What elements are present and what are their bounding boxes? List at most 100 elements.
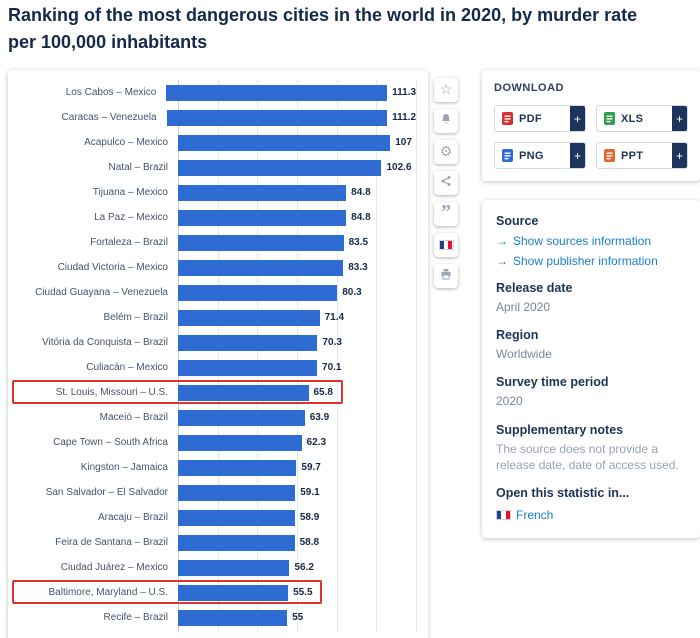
open-statistic-heading: Open this statistic in... (496, 485, 630, 500)
bar[interactable] (178, 559, 290, 576)
pdf-file-icon (502, 112, 513, 125)
notifications-button[interactable] (434, 109, 458, 133)
bar-value-label: 71.4 (324, 312, 345, 323)
open-in-french-link[interactable]: French (496, 508, 686, 522)
arrow-right-icon: → (496, 254, 508, 268)
chart-row: Caracas – Venezuela 111.2 (20, 105, 416, 130)
show-sources-link[interactable]: → Show sources information (496, 234, 686, 248)
bar[interactable] (178, 509, 295, 526)
show-sources-label: Show sources information (513, 234, 652, 248)
bar-area: 58.8 (178, 530, 416, 555)
bar-value-label: 55.5 (293, 587, 313, 598)
page-title: Ranking of the most dangerous cities in … (8, 5, 638, 52)
survey-period-value: 2020 (496, 394, 523, 409)
bar[interactable] (178, 234, 344, 251)
statistic-page: Ranking of the most dangerous cities in … (0, 0, 700, 638)
bar-category-label: Feira de Santana – Brazil (55, 537, 168, 548)
chart-row: Cape Town – South Africa 62.3 (20, 430, 416, 455)
bar-category-label: San Salvador – El Salvador (45, 487, 168, 498)
bar[interactable] (178, 209, 347, 226)
bar[interactable] (178, 334, 318, 351)
chart-row: La Paz – Mexico 84.8 (20, 205, 416, 230)
print-icon (440, 267, 452, 285)
bar-area: 55.5 (178, 580, 416, 605)
french-flag-icon (496, 509, 511, 520)
plus-icon: + (672, 143, 687, 168)
bar[interactable] (178, 184, 347, 201)
bar-category-label: Caracas – Venezuela (61, 112, 157, 123)
bar[interactable] (178, 484, 296, 501)
bar-category-label: Acapulco – Mexico (84, 137, 168, 148)
bar-area: 83.5 (178, 230, 416, 255)
bar-area: 58.9 (178, 505, 416, 530)
bar-category-label: Culiacán – Mexico (86, 362, 168, 373)
bar[interactable] (166, 84, 388, 101)
language-button[interactable] (434, 233, 458, 257)
bar-category-label: Los Cabos – Mexico (65, 87, 157, 98)
xls-file-icon (604, 112, 615, 125)
bar-category-label: Tijuana – Mexico (92, 187, 168, 198)
settings-button[interactable]: ⚙ (434, 140, 458, 164)
region-heading: Region (496, 328, 539, 343)
french-flag-icon (438, 236, 454, 254)
share-button[interactable] (434, 171, 458, 195)
bar[interactable] (178, 609, 288, 626)
bar-area: 56.2 (178, 555, 416, 580)
bar-category-label: Ciudad Victoria – Mexico (57, 262, 168, 273)
bar-value-label: 84.8 (351, 187, 371, 198)
bar[interactable] (178, 309, 320, 326)
bar-value-label: 111.3 (392, 87, 416, 98)
source-heading: Source (496, 214, 539, 228)
bar[interactable] (178, 584, 289, 601)
bar[interactable] (166, 109, 388, 126)
print-button[interactable] (434, 264, 458, 288)
bar-category-label: La Paz – Mexico (94, 212, 168, 223)
bar[interactable] (178, 259, 344, 276)
favorite-button[interactable]: ☆ (434, 78, 458, 102)
chart-row: Maceió – Brazil 63.9 (20, 405, 416, 430)
bar-category-label: Baltimore, Maryland – U.S. (48, 587, 169, 598)
bar[interactable] (178, 459, 297, 476)
ppt-file-icon (604, 149, 615, 162)
bar-area: 59.1 (178, 480, 416, 505)
bar[interactable] (178, 134, 391, 151)
arrow-right-icon: → (496, 234, 508, 248)
bar[interactable] (178, 384, 309, 401)
bar[interactable] (178, 409, 305, 426)
bar-value-label: 62.3 (306, 437, 327, 448)
download-xls-button[interactable]: XLS + (596, 105, 688, 132)
bar-area: 71.4 (178, 305, 416, 330)
download-button-label: PDF (519, 112, 542, 125)
download-button-label: PPT (621, 149, 644, 162)
chart-row: St. Louis, Missouri – U.S. 65.8 (12, 380, 416, 405)
open-in-french-label: French (516, 507, 554, 522)
bar[interactable] (178, 159, 382, 176)
download-card: DOWNLOAD PDF + XLS + PNG + PPT + (482, 70, 700, 181)
bar[interactable] (178, 534, 295, 551)
chart-toolbar: ☆ ⚙ ” (434, 78, 458, 295)
chart-row: Acapulco – Mexico 107 (20, 130, 416, 155)
chart-row: Aracaju – Brazil 58.9 (20, 505, 416, 530)
download-pdf-button[interactable]: PDF + (494, 105, 586, 132)
bar[interactable] (178, 434, 302, 451)
download-png-button[interactable]: PNG + (494, 142, 586, 169)
chart-row: Belém – Brazil 71.4 (20, 305, 416, 330)
download-ppt-button[interactable]: PPT + (596, 142, 688, 169)
bar[interactable] (178, 359, 318, 376)
bar-area: 84.8 (178, 205, 416, 230)
bar-category-label: St. Louis, Missouri – U.S. (55, 387, 168, 398)
bar-area: 83.3 (178, 255, 416, 280)
plus-icon: + (570, 106, 585, 131)
chart-row: Tijuana – Mexico 84.8 (20, 180, 416, 205)
chart-row: Ciudad Guayana – Venezuela 80.3 (20, 280, 416, 305)
plus-icon: + (570, 143, 585, 168)
cite-button[interactable]: ” (434, 202, 458, 226)
bar-chart: Los Cabos – Mexico 111.3 Caracas – Venezue… (12, 80, 416, 630)
bar-area: 63.9 (178, 405, 416, 430)
chart-row: San Salvador – El Salvador 59.1 (20, 480, 416, 505)
bar[interactable] (178, 284, 338, 301)
show-publisher-link[interactable]: → Show publisher information (496, 254, 686, 268)
chart-row: Ciudad Juárez – Mexico 56.2 (20, 555, 416, 580)
bar-area: 102.6 (178, 155, 416, 180)
chart-row: Vitória da Conquista – Brazil 70.3 (20, 330, 416, 355)
